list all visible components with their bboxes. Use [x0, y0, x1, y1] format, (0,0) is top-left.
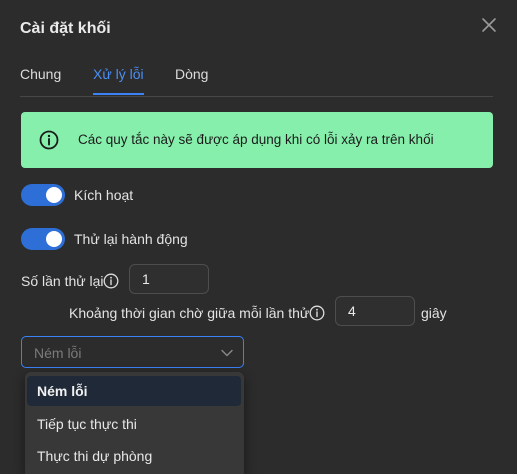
info-icon[interactable] — [103, 273, 119, 289]
retry-count-input[interactable] — [129, 264, 209, 294]
chevron-down-icon — [220, 346, 234, 360]
tab-general[interactable]: Chung — [20, 66, 61, 82]
option-label: Thực thi dự phòng — [37, 448, 153, 464]
option-throw-error[interactable]: Ném lỗi — [27, 376, 241, 406]
toggle-knob — [46, 187, 62, 203]
retry-count-label: Số lần thử lại — [21, 273, 104, 289]
option-continue[interactable]: Tiếp tục thực thi — [25, 409, 244, 439]
retry-toggle[interactable] — [21, 228, 65, 250]
option-label: Ném lỗi — [37, 383, 88, 399]
retry-interval-input[interactable] — [335, 296, 415, 326]
close-icon[interactable] — [478, 14, 500, 36]
alert-message: Các quy tắc này sẽ được áp dụng khi có l… — [78, 132, 434, 147]
option-fallback[interactable]: Thực thi dự phòng — [25, 441, 244, 471]
error-action-dropdown: Ném lỗi Tiếp tục thực thi Thực thi dự ph… — [25, 372, 244, 474]
interval-unit: giây — [421, 305, 447, 321]
retry-toggle-label: Thử lại hành động — [74, 231, 188, 247]
enable-toggle-label: Kích hoạt — [74, 187, 134, 203]
error-action-select[interactable]: Ném lỗi — [21, 336, 244, 368]
retry-interval-label: Khoảng thời gian chờ giữa mỗi lần thử — [69, 305, 310, 321]
info-icon[interactable] — [309, 305, 325, 321]
tab-error-handling[interactable]: Xử lý lỗi — [93, 66, 144, 82]
enable-toggle[interactable] — [21, 184, 65, 206]
block-settings-dialog: Cài đặt khối Chung Xử lý lỗi Dòng Các qu… — [0, 0, 517, 474]
dialog-title: Cài đặt khối — [20, 20, 111, 37]
info-alert: Các quy tắc này sẽ được áp dụng khi có l… — [21, 112, 493, 168]
active-tab-indicator — [93, 93, 144, 95]
option-label: Tiếp tục thực thi — [37, 416, 137, 432]
tab-flow[interactable]: Dòng — [175, 66, 208, 82]
tab-bar: Chung Xử lý lỗi Dòng — [20, 60, 493, 97]
toggle-knob — [46, 231, 62, 247]
select-value: Ném lỗi — [34, 345, 82, 361]
info-icon — [39, 130, 59, 150]
